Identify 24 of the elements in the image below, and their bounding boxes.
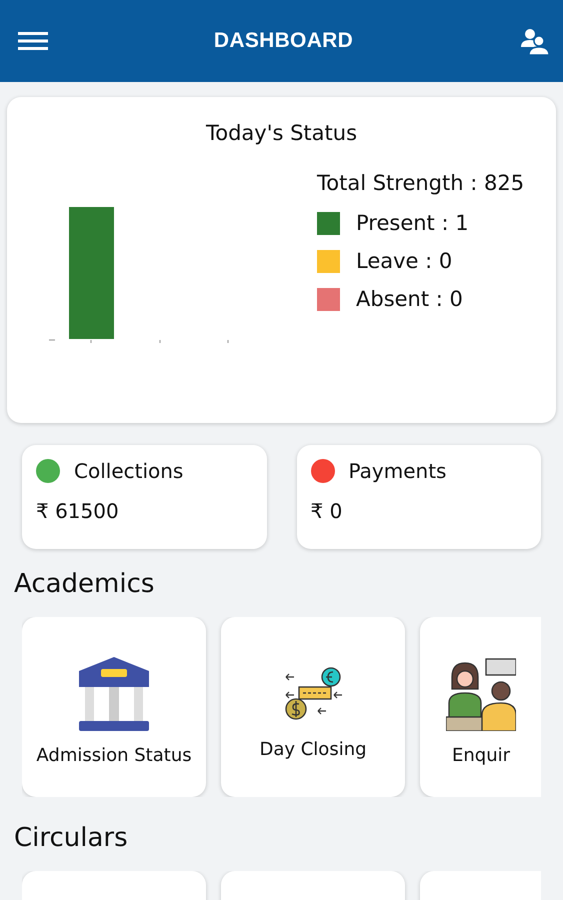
menu-icon[interactable] [18,31,48,51]
page-title: DASHBOARD [214,29,354,53]
summary-amount: ₹ 0 [310,499,344,523]
summary-label: Collections [74,459,184,483]
menu-tile[interactable]: Admission Status [22,617,206,797]
section-title: Circulars [14,823,129,853]
bank-icon [79,656,149,730]
summary-card[interactable]: Payments ₹ 0 [296,445,541,549]
legend-label: Leave : 0 [356,249,452,273]
tile-label: Enquir [452,744,510,766]
section-title: Academics [14,569,156,599]
legend-label: Absent : 0 [356,287,463,311]
menu-tile[interactable]: Enquir [420,617,541,797]
total-strength: Total Strength : 825 [317,171,524,195]
summary-label: Payments [348,459,446,483]
reception-desk-icon [446,656,516,730]
summary-amount: ₹ 61500 [36,499,120,523]
tile-label: Day Closing [259,738,367,760]
card-title: Today's Status [204,121,358,145]
legend-label: Present : 1 [356,211,469,235]
summary-card[interactable]: Collections ₹ 61500 [22,445,266,549]
tile-label: Admission Status [36,744,192,766]
menu-tile[interactable]: Day Closing [221,617,405,797]
users-icon[interactable] [518,27,549,55]
